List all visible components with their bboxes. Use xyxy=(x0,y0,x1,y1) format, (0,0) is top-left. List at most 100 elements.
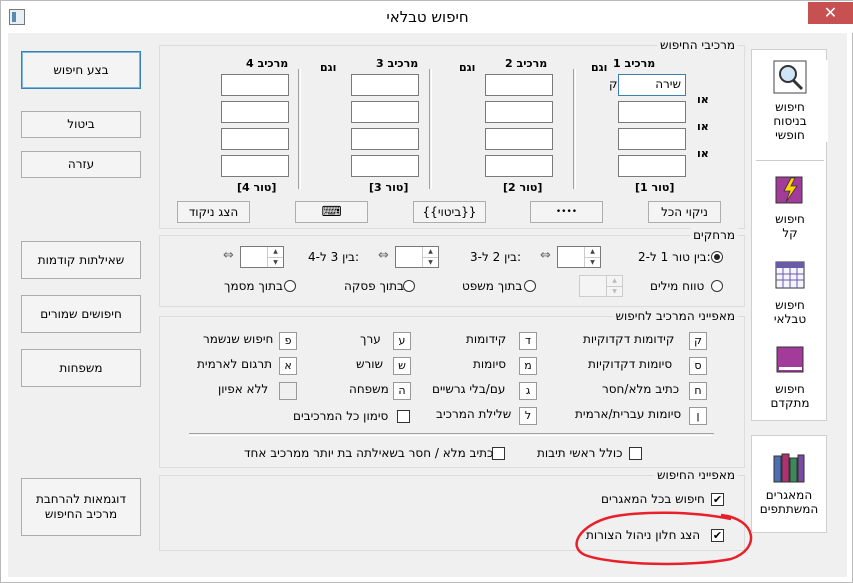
grammar-symbols-button[interactable]: •••• xyxy=(530,201,603,223)
double-arrow-icon: ⇔ xyxy=(540,248,551,263)
col2-row4-input[interactable] xyxy=(485,155,553,177)
tab-table-search-label: חיפוש טבלאי xyxy=(773,298,807,326)
col3-row4-input[interactable] xyxy=(351,155,419,177)
spin-down-icon[interactable]: ▼ xyxy=(606,286,622,296)
col3-row1-input[interactable] xyxy=(351,74,419,96)
col2-row1-input[interactable] xyxy=(485,74,553,96)
spin-down-icon[interactable]: ▼ xyxy=(267,257,283,267)
feature-key[interactable]: ח xyxy=(689,382,707,400)
col2-and-label: וגם xyxy=(459,61,476,74)
include-acronyms-checkbox[interactable] xyxy=(629,447,642,460)
feature-label: קידומות דקדוקיות xyxy=(583,332,675,346)
clear-all-button[interactable]: ניקוי הכל xyxy=(648,201,721,223)
feature-key[interactable]: ק xyxy=(689,332,707,350)
search-mode-tabs: חיפוש בניסוח חופשי חיפוש קל חיפוש טבלאי … xyxy=(751,49,828,421)
column-separator xyxy=(298,69,301,189)
spin-up-icon[interactable]: ▲ xyxy=(267,247,283,257)
distance23-spinner[interactable]: ▲ ▼ xyxy=(395,246,439,268)
feature-label: שורש xyxy=(356,357,384,371)
feature-label: סיומות עברית/ארמית xyxy=(575,407,682,421)
search-props-legend: מאפייני החיפוש xyxy=(654,468,738,482)
cancel-button[interactable]: ביטול xyxy=(21,111,141,138)
help-button[interactable]: עזרה xyxy=(21,151,141,178)
in-paragraph-label: בתוך פסקה xyxy=(344,279,404,293)
lightning-book-icon xyxy=(775,176,803,204)
word-range-spinner[interactable]: ▲ ▼ xyxy=(579,275,623,297)
tab-easy-search[interactable]: חיפוש קל xyxy=(752,172,828,240)
between-tor1-2-radio[interactable] xyxy=(711,251,723,263)
in-sentence-label: בתוך משפט xyxy=(462,279,523,293)
feature-key[interactable]: ג xyxy=(519,382,537,400)
table-grid-icon xyxy=(775,261,805,289)
saved-searches-button[interactable]: חיפושים שמורים xyxy=(21,295,141,333)
tab-advanced-search-label: חיפוש מתקדם xyxy=(770,382,810,410)
expression-button[interactable]: {{ביטוי}} xyxy=(413,201,486,223)
feature-key[interactable]: ל xyxy=(519,407,537,425)
tab-advanced-search[interactable]: חיפוש מתקדם xyxy=(752,342,828,410)
spin-down-icon[interactable]: ▼ xyxy=(422,257,438,267)
title-bar: חיפוש טבלאי ✕ xyxy=(1,1,853,33)
feature-key[interactable]: ן xyxy=(689,407,707,425)
families-button[interactable]: משפחות xyxy=(21,349,141,387)
spin-up-icon[interactable]: ▲ xyxy=(422,247,438,257)
in-sentence-radio[interactable] xyxy=(524,280,536,292)
in-paragraph-radio[interactable] xyxy=(403,280,415,292)
feature-label: משפחה xyxy=(349,382,389,396)
examples-button[interactable]: דוגמאות להרחבת מרכיב החיפוש xyxy=(21,478,141,536)
col1-row2-input[interactable] xyxy=(618,101,686,123)
col1-row1-input[interactable]: שירה xyxy=(618,74,686,96)
feature-key[interactable]: ד xyxy=(519,332,537,350)
execute-search-button[interactable]: בצע חיפוש xyxy=(21,51,141,89)
word-range-radio[interactable] xyxy=(711,280,723,292)
col4-row1-input[interactable] xyxy=(221,74,289,96)
feature-key[interactable]: ש xyxy=(393,357,411,375)
plene-multi-checkbox[interactable] xyxy=(492,447,505,460)
distance34-spinner[interactable]: ▲ ▼ xyxy=(240,246,284,268)
col1-row4-input[interactable] xyxy=(618,155,686,177)
distance12-spinner[interactable]: ▲ ▼ xyxy=(557,246,601,268)
col3-header: מרכיב 3 xyxy=(376,57,419,70)
feature-key[interactable]: ה xyxy=(393,382,411,400)
spin-down-icon[interactable]: ▼ xyxy=(584,257,600,267)
column-separator xyxy=(573,69,576,189)
col4-row3-input[interactable] xyxy=(221,128,289,150)
tab-repositories-label: המאגרים המשתתפים xyxy=(759,488,819,516)
keyboard-button[interactable]: ⌨ xyxy=(295,201,368,223)
spin-up-icon[interactable]: ▲ xyxy=(606,276,622,286)
feature-key[interactable]: ס xyxy=(689,357,707,375)
col3-row2-input[interactable] xyxy=(351,101,419,123)
tab-repositories[interactable]: המאגרים המשתתפים xyxy=(751,435,827,533)
col4-row2-input[interactable] xyxy=(221,101,289,123)
magnifier-icon xyxy=(773,60,807,94)
features-separator xyxy=(189,433,714,436)
previous-queries-button[interactable]: שאילתות קודמות xyxy=(21,241,141,279)
feature-key[interactable]: מ xyxy=(519,357,537,375)
double-arrow-icon: ⇔ xyxy=(223,248,234,263)
col4-row4-input[interactable] xyxy=(221,155,289,177)
spin-up-icon[interactable]: ▲ xyxy=(584,247,600,257)
show-nikud-button[interactable]: הצג ניקוד xyxy=(177,201,250,223)
dialog-body: בצע חיפוש ביטול עזרה שאילתות קודמות חיפו… xyxy=(8,33,847,577)
feature-key[interactable]: ע xyxy=(393,332,411,350)
include-acronyms-label: כולל ראשי תיבות xyxy=(537,446,623,460)
tab-free-search[interactable]: חיפוש בניסוח חופשי xyxy=(752,60,828,142)
close-button[interactable]: ✕ xyxy=(808,2,853,24)
feature-key[interactable] xyxy=(279,382,297,400)
feature-key[interactable]: א xyxy=(279,357,297,375)
search-all-repos-label: חיפוש בכל המאגרים xyxy=(601,492,705,506)
feature-key[interactable]: פ xyxy=(279,332,297,350)
between23-label: בין 2 ל-3: xyxy=(470,250,522,264)
search-all-repos-checkbox[interactable]: ✔ xyxy=(711,493,724,506)
column-separator xyxy=(429,69,432,189)
col2-row2-input[interactable] xyxy=(485,101,553,123)
col1-and-label: וגם xyxy=(591,61,608,74)
col3-row3-input[interactable] xyxy=(351,128,419,150)
col2-row3-input[interactable] xyxy=(485,128,553,150)
mark-all-checkbox[interactable] xyxy=(397,410,410,423)
components-legend: מרכיבי החיפוש xyxy=(656,38,738,52)
tor1-label: [טור 1] xyxy=(635,181,675,194)
in-document-radio[interactable] xyxy=(284,280,296,292)
col1-row3-input[interactable] xyxy=(618,128,686,150)
tab-easy-search-label: חיפוש קל xyxy=(775,212,805,240)
tab-table-search[interactable]: חיפוש טבלאי xyxy=(752,258,828,326)
